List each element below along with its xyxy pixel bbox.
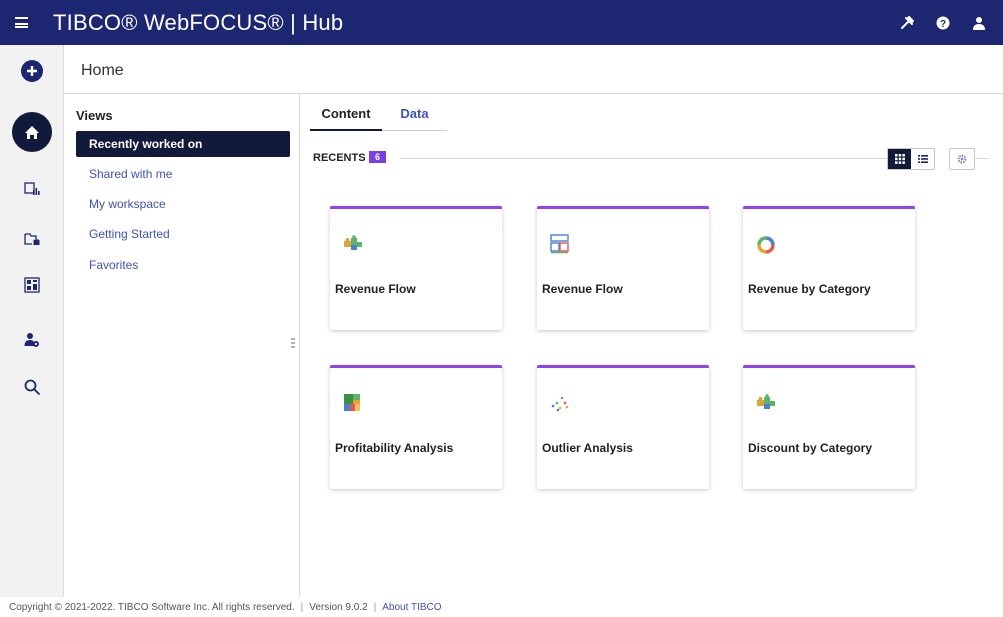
search-icon[interactable] <box>12 367 52 407</box>
view-item-shared-with-me[interactable]: Shared with me <box>76 161 290 187</box>
user-icon[interactable] <box>971 15 987 31</box>
content-card[interactable]: Outlier Analysis <box>537 365 709 489</box>
tab-data[interactable]: Data <box>382 100 447 131</box>
divider <box>401 158 887 159</box>
about-link[interactable]: About TIBCO <box>382 602 441 613</box>
tools-icon[interactable] <box>899 15 915 31</box>
top-bar: TIBCO® WebFOCUS® | Hub ? <box>0 0 1003 45</box>
puzzle-icon <box>755 392 777 414</box>
version-text: Version 9.0.2 <box>309 601 368 613</box>
scatter-plot-icon <box>549 392 571 414</box>
card-title: Profitability Analysis <box>335 441 454 455</box>
copyright-text: Copyright © 2021-2022. TIBCO Software In… <box>9 601 295 613</box>
card-title: Revenue by Category <box>748 282 871 296</box>
view-item-getting-started[interactable]: Getting Started <box>76 221 290 247</box>
separator: | <box>300 601 304 613</box>
footer: Copyright © 2021-2022. TIBCO Software In… <box>0 597 1003 617</box>
app-title: TIBCO® WebFOCUS® | Hub <box>53 9 344 35</box>
recents-bar: RECENTS 6 <box>313 148 988 170</box>
gear-icon[interactable] <box>949 148 975 170</box>
recents-count-badge: 6 <box>369 151 387 163</box>
recents-label: RECENTS <box>313 152 366 164</box>
left-nav-rail <box>0 45 64 597</box>
separator: | <box>373 601 377 613</box>
page-header: Home <box>64 45 1003 94</box>
tab-content[interactable]: Content <box>310 100 382 131</box>
menu-icon[interactable] <box>3 0 39 45</box>
content-card[interactable]: Revenue Flow <box>537 206 709 330</box>
folder-data-icon[interactable] <box>12 219 52 259</box>
user-settings-icon[interactable] <box>12 320 52 360</box>
content-card[interactable]: Profitability Analysis <box>330 365 502 489</box>
card-title: Discount by Category <box>748 441 873 455</box>
view-item-favorites[interactable]: Favorites <box>76 252 290 278</box>
content-card[interactable]: Discount by Category <box>743 365 915 489</box>
view-item-recently-worked-on[interactable]: Recently worked on <box>76 131 290 157</box>
page-title: Home <box>81 62 124 79</box>
card-title: Revenue Flow <box>335 282 416 296</box>
top-bar-actions: ? <box>899 0 987 45</box>
content-card[interactable]: Revenue by Category <box>743 206 915 330</box>
views-heading: Views <box>76 108 113 123</box>
plus-icon[interactable] <box>21 60 43 82</box>
donut-chart-icon <box>755 233 777 255</box>
svg-text:?: ? <box>940 19 946 30</box>
dashboard-icon[interactable] <box>12 265 52 305</box>
view-mode-toggle <box>887 148 935 170</box>
treemap-icon <box>342 392 364 414</box>
views-panel: Views Recently worked on Shared with me … <box>64 94 300 597</box>
list-view-icon[interactable] <box>911 149 934 169</box>
view-item-my-workspace[interactable]: My workspace <box>76 191 290 217</box>
help-icon[interactable]: ? <box>935 15 951 31</box>
content-card[interactable]: Revenue Flow <box>330 206 502 330</box>
card-title: Outlier Analysis <box>542 441 633 455</box>
card-title: Revenue Flow <box>542 282 623 296</box>
divider <box>975 158 988 159</box>
panel-resize-handle[interactable] <box>291 338 295 352</box>
report-layout-icon <box>549 233 571 255</box>
home-icon[interactable] <box>12 112 52 152</box>
chart-icon[interactable] <box>12 169 52 209</box>
grid-view-icon[interactable] <box>888 149 911 169</box>
puzzle-icon <box>342 233 364 255</box>
